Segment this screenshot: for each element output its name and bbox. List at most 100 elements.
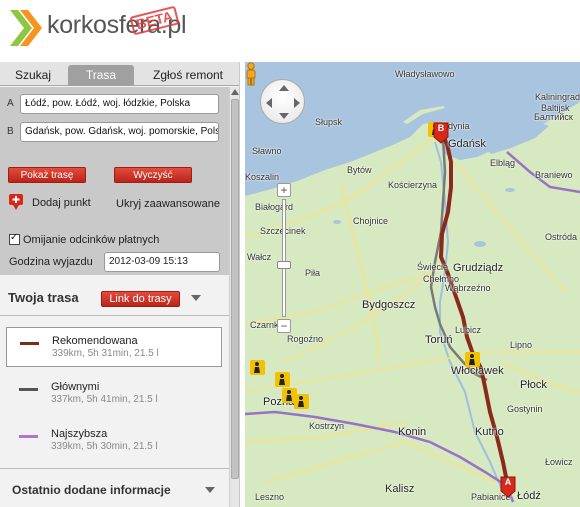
point-b-letter: B — [7, 126, 14, 137]
map-label: Lipno — [510, 340, 533, 350]
zoom-out-button[interactable]: − — [277, 319, 291, 333]
app-window: korkosfera.pl BETA Szukaj Trasa Zgłoś re… — [0, 0, 580, 507]
avoid-toll-label: Omijanie odcinków płatnych — [23, 234, 160, 246]
route-color-swatch — [19, 435, 38, 438]
map-label: Braniewo — [535, 170, 573, 180]
map-label: Łódź — [517, 490, 541, 502]
departure-time-label: Godzina wyjazdu — [9, 256, 93, 268]
route-option-main-roads[interactable]: Głównymi 337km, 5h 41min, 21.5 l — [6, 374, 222, 414]
map-label: Wąbrzeźno — [445, 283, 491, 293]
map-view[interactable]: Władysławowo Słupsk Gdynia Gdańsk Kalini… — [245, 62, 580, 507]
map-label: Bydgoszcz — [362, 299, 416, 311]
map-label: Łowicz — [545, 457, 573, 467]
zoom-track[interactable] — [282, 199, 286, 317]
map-label: Grudziądz — [453, 262, 504, 274]
vistula-river — [434, 141, 504, 493]
map-label: Toruń — [425, 334, 453, 346]
logo-chevron-icon — [10, 10, 42, 46]
map-label: Kalisz — [385, 483, 415, 495]
route-fastest-line — [245, 410, 508, 488]
pan-left-arrow-icon[interactable] — [266, 98, 272, 108]
map-label: Kutno — [475, 426, 504, 438]
map-label: Piła — [305, 268, 321, 278]
pan-control[interactable] — [260, 79, 305, 124]
road-work-icon[interactable] — [294, 394, 309, 409]
point-b-input[interactable]: Gdańsk, pow. Gdańsk, woj. pomorskie, Pol… — [20, 122, 219, 142]
marker-a[interactable]: A — [500, 476, 516, 498]
scroll-up-arrow-icon[interactable] — [231, 89, 239, 95]
street-view-pegman-icon[interactable] — [245, 62, 257, 86]
lake — [474, 241, 486, 247]
show-route-button[interactable]: Pokaż trasę — [8, 167, 86, 183]
route-option-fastest[interactable]: Najszybsza 339km, 5h 30min, 21.5 l — [6, 421, 222, 461]
pan-down-arrow-icon[interactable] — [279, 113, 289, 119]
tab-zglos-remont[interactable]: Zgłoś remont — [138, 65, 238, 86]
tab-bar: Szukaj Trasa Zgłoś remont — [0, 62, 239, 86]
route-name: Rekomendowana — [52, 335, 138, 347]
map-label: Lubicz — [455, 325, 482, 335]
map-label: Elbląg — [490, 158, 516, 168]
map-label: Gostynin — [507, 404, 543, 414]
clear-button[interactable]: Wyczyść — [114, 167, 192, 183]
hide-advanced-link[interactable]: Ukryj zaawansowane — [116, 198, 220, 210]
road-work-icon[interactable] — [275, 372, 290, 387]
route-name: Głównymi — [51, 381, 100, 393]
recent-info-title: Ostatnio dodane informacje — [12, 483, 171, 497]
map-label: Władysławowo — [395, 69, 455, 79]
map-label: Rogoźno — [287, 334, 324, 344]
map-label: Ostróda — [545, 232, 578, 242]
zoom-control[interactable]: + − — [277, 183, 291, 333]
route-color-swatch — [20, 342, 39, 345]
add-point-pin-icon[interactable] — [9, 194, 23, 210]
lake — [505, 188, 515, 192]
map-label: Bytów — [347, 165, 372, 175]
pan-right-arrow-icon[interactable] — [294, 98, 300, 108]
route-color-swatch — [19, 388, 38, 391]
map-label: Świecie — [417, 262, 449, 272]
departure-time-input[interactable]: 2012-03-09 15:13 — [104, 252, 220, 272]
map-label: Kościerzyna — [388, 180, 438, 190]
marker-label: B — [437, 123, 445, 133]
map-label: Koszalin — [245, 172, 280, 182]
chevron-down-icon[interactable] — [205, 487, 215, 493]
route-stats: 337km, 5h 41min, 21.5 l — [51, 394, 158, 405]
point-a-letter: A — [7, 98, 14, 109]
map-label: Sławno — [252, 146, 282, 156]
map-label: Chojnice — [353, 216, 389, 226]
tab-szukaj[interactable]: Szukaj — [0, 65, 66, 86]
map-label: Słupsk — [315, 117, 343, 127]
lake — [333, 220, 341, 224]
sidebar: Szukaj Trasa Zgłoś remont A Łódź, pow. Ł… — [0, 62, 240, 507]
route-stats: 339km, 5h 31min, 21.5 l — [52, 348, 159, 359]
map-canvas[interactable] — [245, 62, 580, 507]
marker-label: A — [504, 477, 512, 487]
route-option-recommended[interactable]: Rekomendowana 339km, 5h 31min, 21.5 l — [6, 327, 222, 367]
your-route-header: Twoja trasa Link do trasy — [0, 286, 229, 308]
divider — [0, 315, 229, 316]
map-label: Kaliningrad — [535, 92, 580, 102]
point-a-input[interactable]: Łódź, pow. Łódź, woj. łódzkie, Polska — [20, 94, 219, 114]
scroll-thumb[interactable] — [231, 99, 239, 479]
zoom-slider-handle[interactable] — [277, 261, 291, 269]
map-label: Leszno — [255, 492, 285, 502]
route-name: Najszybsza — [51, 428, 108, 440]
zoom-in-button[interactable]: + — [277, 183, 291, 197]
route-form: A Łódź, pow. Łódź, woj. łódzkie, Polska … — [0, 87, 229, 275]
route-stats: 339km, 5h 30min, 21.5 l — [51, 441, 158, 452]
chevron-down-icon[interactable] — [191, 295, 201, 301]
map-label: Kostrzyn — [309, 421, 345, 431]
pan-up-arrow-icon[interactable] — [279, 85, 289, 91]
tab-trasa[interactable]: Trasa — [68, 65, 134, 86]
recent-info-header[interactable]: Ostatnio dodane informacje — [0, 468, 229, 507]
map-label: Konin — [398, 426, 427, 438]
road-work-icon[interactable] — [465, 352, 480, 367]
your-route-title: Twoja trasa — [8, 290, 79, 305]
route-link-button[interactable]: Link do trasy — [101, 291, 180, 307]
marker-b[interactable]: B — [433, 122, 449, 144]
avoid-toll-checkbox[interactable] — [9, 232, 20, 245]
add-point-link[interactable]: Dodaj punkt — [32, 197, 91, 209]
road-work-icon[interactable] — [250, 360, 265, 375]
map-label: Płock — [520, 379, 547, 391]
map-label: Балтийск — [534, 112, 573, 122]
sidebar-scrollbar[interactable] — [229, 87, 239, 507]
